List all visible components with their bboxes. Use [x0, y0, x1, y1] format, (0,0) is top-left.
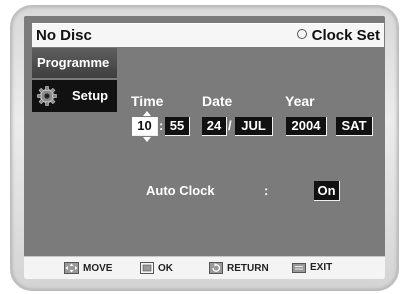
weekday-field[interactable]: SAT [336, 117, 373, 136]
hour-field[interactable]: 10 [132, 117, 158, 136]
footer-ok-label: OK [158, 262, 173, 274]
title-bar: No Disc Clock Set [32, 23, 384, 47]
osd-screen: No Disc Clock Set Programme Setup Time D… [24, 16, 385, 279]
menu-item-programme-label: Programme [37, 55, 110, 70]
footer-return-label: RETURN [227, 262, 269, 274]
page-title-wrap: Clock Set [296, 27, 380, 44]
page-title: Clock Set [311, 27, 380, 44]
date-separator: / [228, 118, 232, 133]
footer-bar: MOVE OK RETURN EXIT [24, 256, 385, 279]
time-separator: : [159, 118, 164, 133]
footer-move-label: MOVE [83, 262, 113, 274]
move-icon [64, 262, 79, 274]
auto-clock-value[interactable]: On [314, 181, 340, 201]
menu-item-setup[interactable]: Setup [32, 80, 117, 112]
year-field[interactable]: 2004 [286, 117, 327, 136]
date-label: Date [202, 93, 233, 109]
menu-item-setup-label: Setup [72, 88, 109, 103]
auto-clock-label: Auto Clock [146, 183, 215, 198]
auto-clock-separator: : [264, 183, 269, 198]
footer-exit: EXIT [292, 262, 332, 273]
day-field[interactable]: 24 [202, 117, 227, 136]
disc-status: No Disc [36, 27, 92, 44]
increase-arrow-icon[interactable] [143, 111, 151, 116]
exit-icon [292, 262, 306, 273]
footer-exit-label: EXIT [310, 262, 333, 273]
clock-set-icon [296, 29, 307, 39]
ok-icon [140, 262, 154, 274]
side-menu: Programme Setup [32, 48, 117, 114]
footer-move: MOVE [64, 262, 112, 274]
year-label: Year [285, 93, 315, 109]
time-label: Time [131, 93, 164, 109]
minute-field[interactable]: 55 [165, 117, 190, 136]
footer-ok: OK [140, 262, 173, 274]
decrease-arrow-icon[interactable] [143, 137, 151, 142]
return-icon [209, 262, 223, 274]
month-field[interactable]: JUL [235, 117, 273, 136]
menu-item-programme[interactable]: Programme [32, 48, 117, 78]
gear-icon [37, 86, 57, 106]
footer-return: RETURN [209, 262, 269, 274]
